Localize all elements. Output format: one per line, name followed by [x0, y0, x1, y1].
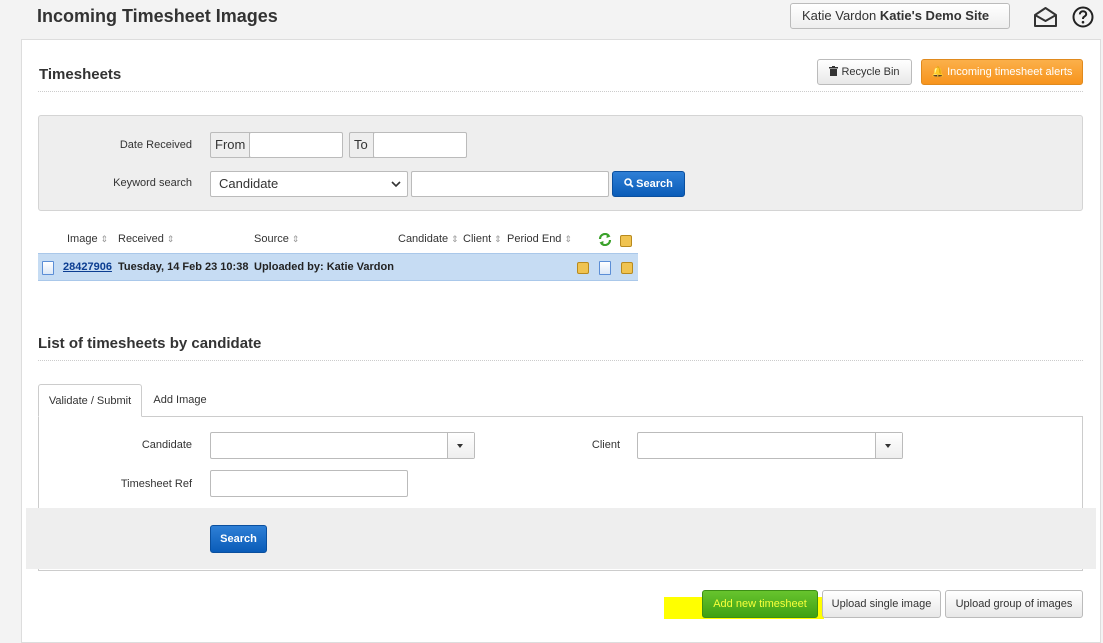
keyword-search-input[interactable] [411, 171, 609, 197]
filter-search-button[interactable]: Search [612, 171, 685, 197]
sort-icon: ⇕ [564, 234, 572, 244]
envelope-open-icon[interactable] [1033, 5, 1058, 29]
date-received-label: Date Received [119, 139, 192, 151]
col-header-received[interactable]: Received ⇕ [118, 233, 174, 245]
incoming-alerts-button[interactable]: 🔔 Incoming timesheet alerts [921, 59, 1083, 85]
help-icon[interactable] [1072, 6, 1094, 28]
document-icon [42, 261, 54, 275]
lock-all-icon[interactable] [620, 232, 632, 247]
sort-icon: ⇕ [451, 234, 459, 244]
chevron-down-icon [875, 433, 902, 458]
date-to-input[interactable] [373, 132, 467, 158]
add-new-timesheet-button[interactable]: Add new timesheet [702, 590, 818, 618]
site-name: Katie's Demo Site [879, 8, 990, 23]
search-icon [624, 178, 634, 188]
client-select[interactable] [637, 432, 903, 459]
incoming-alerts-label: Incoming timesheet alerts [947, 66, 1073, 78]
date-from-input[interactable] [249, 132, 343, 158]
site-selector-button[interactable]: Katie Vardon Katie's Demo Site [790, 3, 1010, 43]
keyword-type-select[interactable]: Candidate [210, 171, 408, 197]
from-addon: From [210, 132, 250, 158]
sort-icon: ⇕ [494, 234, 502, 244]
col-header-period-end[interactable]: Period End ⇕ [507, 233, 572, 245]
candidate-search-button[interactable]: Search [210, 525, 267, 553]
upload-single-image-button[interactable]: Upload single image [822, 590, 941, 618]
timesheet-ref-label: Timesheet Ref [120, 478, 192, 490]
search-band [26, 508, 1096, 569]
keyword-search-label: Keyword search [113, 177, 192, 189]
col-header-image[interactable]: Image ⇕ [67, 233, 108, 245]
trash-icon [829, 66, 839, 76]
upload-group-images-button[interactable]: Upload group of images [945, 590, 1083, 618]
filter-search-label: Search [636, 178, 673, 190]
candidate-select[interactable] [210, 432, 475, 459]
col-header-client[interactable]: Client ⇕ [463, 233, 502, 245]
row-image-link[interactable]: 28427906 [63, 261, 112, 273]
by-candidate-heading: List of timesheets by candidate [38, 335, 262, 352]
document-delete-icon[interactable] [599, 261, 611, 275]
sort-icon: ⇕ [100, 234, 109, 244]
page-title: Incoming Timesheet Images [37, 6, 278, 26]
row-source: Uploaded by: Katie Vardon [254, 261, 394, 273]
sort-icon: ⇕ [166, 234, 175, 244]
tab-add-image[interactable]: Add Image [143, 384, 217, 417]
col-header-candidate[interactable]: Candidate ⇕ [398, 233, 459, 245]
row-received: Tuesday, 14 Feb 23 10:38 [118, 261, 249, 273]
keyword-type-value: Candidate [219, 176, 279, 191]
bell-icon: 🔔 [931, 67, 945, 78]
sort-icon: ⇕ [291, 234, 300, 244]
timesheets-heading: Timesheets [39, 66, 122, 83]
client-label: Client [591, 439, 620, 451]
divider [38, 91, 1083, 92]
recycle-bin-button[interactable]: Recycle Bin [817, 59, 912, 85]
chevron-down-icon [391, 181, 401, 188]
col-header-source[interactable]: Source ⇕ [254, 233, 299, 245]
chevron-down-icon [447, 433, 474, 458]
recycle-bin-label: Recycle Bin [841, 66, 900, 78]
divider [38, 360, 1083, 361]
to-addon: To [349, 132, 374, 158]
timesheet-ref-input[interactable] [210, 470, 408, 497]
refresh-icon[interactable] [598, 233, 612, 246]
candidate-label: Candidate [141, 439, 192, 451]
lock-delete-icon[interactable] [621, 262, 633, 274]
tab-validate-submit[interactable]: Validate / Submit [38, 384, 142, 417]
user-name: Katie Vardon [802, 8, 877, 23]
lock-icon[interactable] [577, 262, 589, 274]
